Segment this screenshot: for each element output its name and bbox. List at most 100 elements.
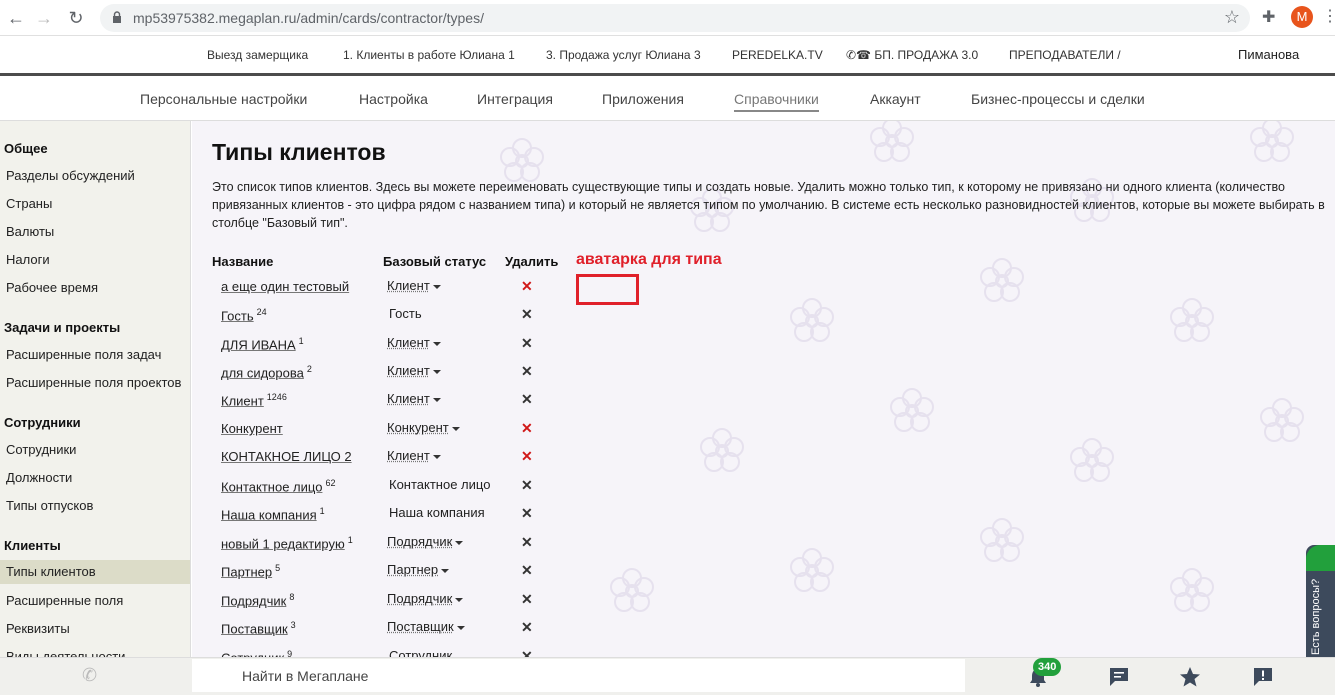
base-status-dropdown[interactable]: Партнер [387, 562, 449, 577]
delete-icon: ✕ [521, 591, 533, 608]
sidebar-item-taxes[interactable]: Налоги [6, 252, 186, 267]
bookmark-star-icon[interactable]: ☆ [1224, 7, 1240, 28]
admin-nav: Персональные настройки Настройка Интегра… [0, 79, 1335, 121]
sidebar-group-title: Клиенты [4, 538, 61, 553]
bookmark-link[interactable]: Выезд замерщика [207, 48, 308, 62]
client-type-name-link[interactable]: Сотрудник9 [221, 649, 292, 657]
sidebar-item-activity-types[interactable]: Виды деятельности [6, 649, 186, 657]
client-type-name-link[interactable]: для сидорова 2 [221, 364, 312, 380]
bookmark-link[interactable]: ✆☎ БП. ПРОДАЖА 3.0 [846, 48, 978, 62]
base-status-text: Контактное лицо [389, 477, 490, 492]
browser-menu-icon[interactable]: ⋮ [1322, 6, 1335, 26]
table-row: Поставщик 3 Поставщик ✕ [192, 616, 552, 638]
table-row: Наша компания 1 Наша компания ✕ [192, 502, 552, 524]
sidebar-item-work-time[interactable]: Рабочее время [6, 280, 186, 295]
address-bar[interactable]: mp53975382.megaplan.ru/admin/cards/contr… [100, 4, 1250, 32]
sidebar-item-task-fields[interactable]: Расширенные поля задач [6, 347, 186, 362]
base-status-dropdown[interactable]: Конкурент [387, 420, 460, 435]
base-status-dropdown[interactable]: Клиент [387, 278, 441, 293]
sidebar-item-extended-fields[interactable]: Расширенные поля [6, 593, 186, 608]
client-type-name-link[interactable]: Наша компания 1 [221, 506, 325, 522]
sidebar-item-client-types[interactable]: Типы клиентов [0, 560, 191, 584]
sidebar-item-discussion-sections[interactable]: Разделы обсуждений [6, 168, 186, 183]
sidebar-item-employees[interactable]: Сотрудники [6, 442, 186, 457]
tab-account[interactable]: Аккаунт [870, 91, 921, 107]
table-row: КОНТАКНОЕ ЛИЦО 2 Клиент ✕ [192, 445, 552, 467]
client-type-name-link[interactable]: ДЛЯ ИВАНА 1 [221, 336, 304, 352]
sidebar-item-requisites[interactable]: Реквизиты [6, 621, 186, 636]
tab-applications[interactable]: Приложения [602, 91, 684, 107]
client-type-name-link[interactable]: Клиент 1246 [221, 392, 287, 408]
client-type-name-link[interactable]: Партнер 5 [221, 563, 280, 579]
delete-icon[interactable]: ✕ [521, 420, 533, 437]
base-status-dropdown[interactable]: Подрядчик [387, 534, 463, 549]
base-status-dropdown[interactable]: Клиент [387, 335, 441, 350]
client-type-name-link[interactable]: Конкурент [221, 421, 283, 436]
phone-icon[interactable]: ✆ [82, 665, 97, 686]
table-row: Сотрудник9Сотрудник✕ [192, 645, 552, 657]
forward-arrow-icon[interactable]: → [32, 6, 56, 30]
tab-directories[interactable]: Справочники [734, 91, 819, 112]
column-header-name: Название [212, 254, 273, 269]
reload-icon[interactable]: ↻ [64, 6, 88, 30]
base-status-text: Наша компания [389, 505, 485, 520]
browser-toolbar: ← → ↻ mp53975382.megaplan.ru/admin/cards… [0, 0, 1335, 36]
sidebar-item-positions[interactable]: Должности [6, 470, 186, 485]
client-count: 1 [299, 336, 304, 346]
sidebar-item-vacation-types[interactable]: Типы отпусков [6, 498, 186, 513]
sidebar-group-title: Общее [4, 141, 48, 156]
client-count: 5 [275, 563, 280, 573]
client-type-name-link[interactable]: новый 1 редактирую 1 [221, 535, 353, 551]
delete-icon: ✕ [521, 505, 533, 522]
base-status-text: Сотрудник [389, 648, 452, 657]
delete-icon: ✕ [521, 335, 533, 352]
search-input[interactable] [242, 667, 942, 685]
base-status-dropdown[interactable]: Клиент [387, 391, 441, 406]
base-status-dropdown[interactable]: Клиент [387, 363, 441, 378]
tab-settings[interactable]: Настройка [359, 91, 428, 107]
sidebar-item-project-fields[interactable]: Расширенные поля проектов [6, 375, 186, 390]
help-tab[interactable]: Есть вопросы? [1306, 545, 1335, 667]
profile-avatar[interactable]: M [1291, 6, 1313, 28]
tab-business-processes[interactable]: Бизнес-процессы и сделки [971, 91, 1145, 107]
delete-icon[interactable]: ✕ [521, 448, 533, 465]
bookmark-link[interactable]: 3. Продажа услуг Юлиана 3 [546, 48, 701, 62]
client-count: 24 [257, 307, 267, 317]
extensions-icon[interactable]: ✚ [1262, 7, 1275, 27]
tab-integration[interactable]: Интеграция [477, 91, 553, 107]
client-type-name: Поставщик [221, 621, 288, 636]
chat-icon[interactable] [1108, 666, 1130, 688]
bookmark-link[interactable]: 1. Клиенты в работе Юлиана 1 [343, 48, 515, 62]
table-row: новый 1 редактирую 1 Подрядчик ✕ [192, 531, 552, 553]
client-type-name-link[interactable]: Контактное лицо 62 [221, 478, 335, 494]
client-type-name: Конкурент [221, 421, 283, 436]
base-status-dropdown[interactable]: Поставщик [387, 619, 465, 634]
table-row: для сидорова 2 Клиент ✕ [192, 360, 552, 382]
back-arrow-icon[interactable]: ← [4, 6, 28, 30]
client-type-name-link[interactable]: Подрядчик 8 [221, 592, 294, 608]
client-type-name-link[interactable]: Поставщик 3 [221, 620, 296, 636]
client-type-name-link[interactable]: Гость 24 [221, 307, 267, 323]
global-search [192, 659, 965, 692]
client-type-name-link[interactable]: а еще один тестовый [221, 279, 349, 294]
base-status-dropdown[interactable]: Подрядчик [387, 591, 463, 606]
help-tab-label: Есть вопросы? [1310, 579, 1322, 655]
sidebar-item-currencies[interactable]: Валюты [6, 224, 186, 239]
client-type-name-link[interactable]: КОНТАКНОЕ ЛИЦО 2 [221, 449, 352, 464]
page-title: Типы клиентов [212, 139, 386, 166]
star-icon[interactable] [1179, 666, 1201, 688]
bookmark-link[interactable]: ПРЕПОДАВАТЕЛИ / [1009, 48, 1121, 62]
sidebar-item-countries[interactable]: Страны [6, 196, 186, 211]
user-name[interactable]: Пиманова [1238, 47, 1299, 62]
delete-icon: ✕ [521, 534, 533, 551]
delete-icon: ✕ [521, 363, 533, 380]
client-type-name: Подрядчик [221, 593, 286, 608]
tab-personal-settings[interactable]: Персональные настройки [140, 91, 307, 107]
bookmark-link[interactable]: PEREDELKA.TV [732, 48, 823, 62]
url-text: mp53975382.megaplan.ru/admin/cards/contr… [133, 10, 484, 26]
base-status-dropdown[interactable]: Клиент [387, 448, 441, 463]
delete-icon[interactable]: ✕ [521, 278, 533, 295]
alert-icon[interactable] [1252, 666, 1274, 688]
client-type-name: Сотрудник [221, 650, 284, 657]
client-type-name: Гость [221, 308, 254, 323]
